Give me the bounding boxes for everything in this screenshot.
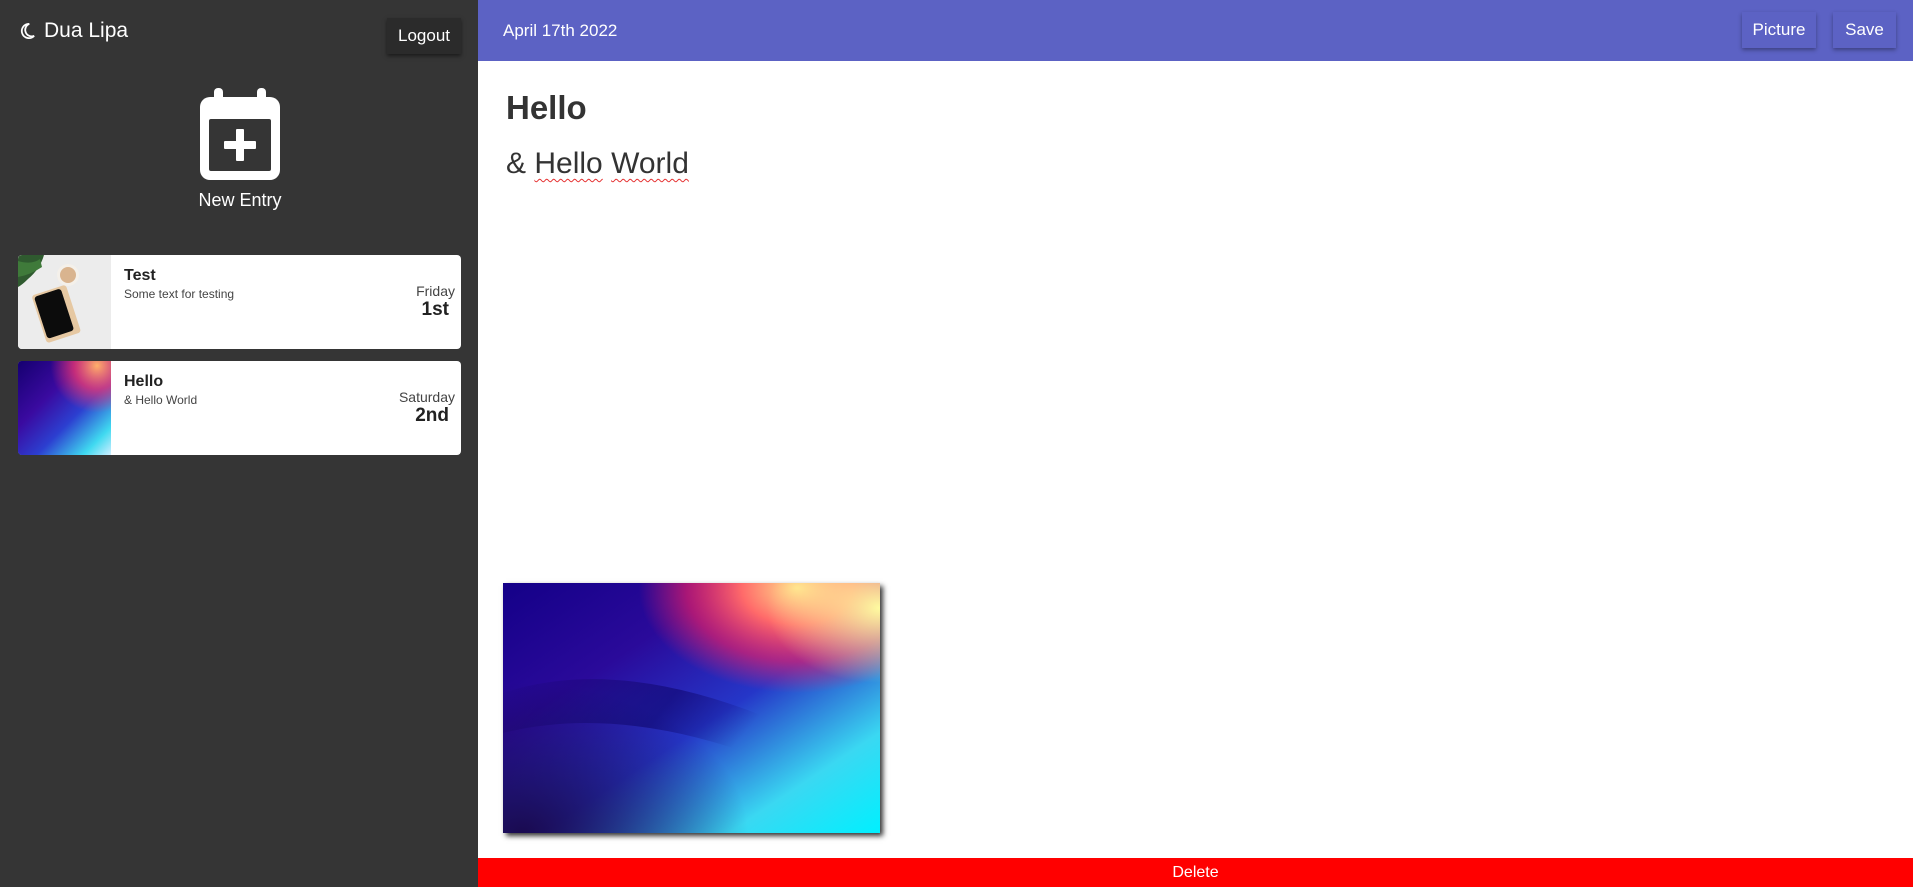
entry-card-hello[interactable]: Hello & Hello World Saturday 2nd xyxy=(18,361,461,455)
logout-button[interactable]: Logout xyxy=(387,18,461,54)
entry-card-body: Test Some text for testing Friday 1st xyxy=(111,255,461,349)
moon-icon xyxy=(18,22,36,40)
calendar-plus-icon xyxy=(180,88,300,180)
entry-day: Friday xyxy=(416,283,455,299)
entry-editor[interactable]: Hello & Hello World xyxy=(478,61,1913,858)
brand: Dua Lipa xyxy=(18,19,128,43)
entry-card-test[interactable]: Test Some text for testing Friday 1st xyxy=(18,255,461,349)
body-word: World xyxy=(611,147,689,180)
entry-thumbnail-image xyxy=(18,361,111,455)
editor-title[interactable]: Hello xyxy=(506,89,587,127)
entry-date-header: April 17th 2022 xyxy=(503,21,618,40)
picture-button[interactable]: Picture xyxy=(1742,12,1816,48)
entry-date: 2nd xyxy=(415,405,449,426)
entry-date: 1st xyxy=(421,299,449,320)
entry-excerpt: Some text for testing xyxy=(124,287,235,301)
entry-card-body: Hello & Hello World Saturday 2nd xyxy=(111,361,461,455)
user-name: Dua Lipa xyxy=(44,19,129,42)
entry-thumbnail-image xyxy=(18,255,111,349)
sidebar: Dua Lipa Logout New Entry Test Some text… xyxy=(0,0,478,887)
new-entry-button[interactable]: New Entry xyxy=(180,88,300,211)
delete-button[interactable]: Delete xyxy=(478,858,1913,887)
entry-day: Saturday xyxy=(398,389,455,405)
body-word: Hello xyxy=(534,147,603,180)
body-prefix: & xyxy=(506,147,527,180)
save-button[interactable]: Save xyxy=(1833,12,1896,48)
top-bar: April 17th 2022 Picture Save xyxy=(478,0,1913,61)
entry-picture[interactable] xyxy=(503,583,880,833)
entry-title: Test xyxy=(124,267,156,284)
new-entry-label: New Entry xyxy=(198,190,282,210)
editor-body[interactable]: & Hello World xyxy=(506,147,689,181)
